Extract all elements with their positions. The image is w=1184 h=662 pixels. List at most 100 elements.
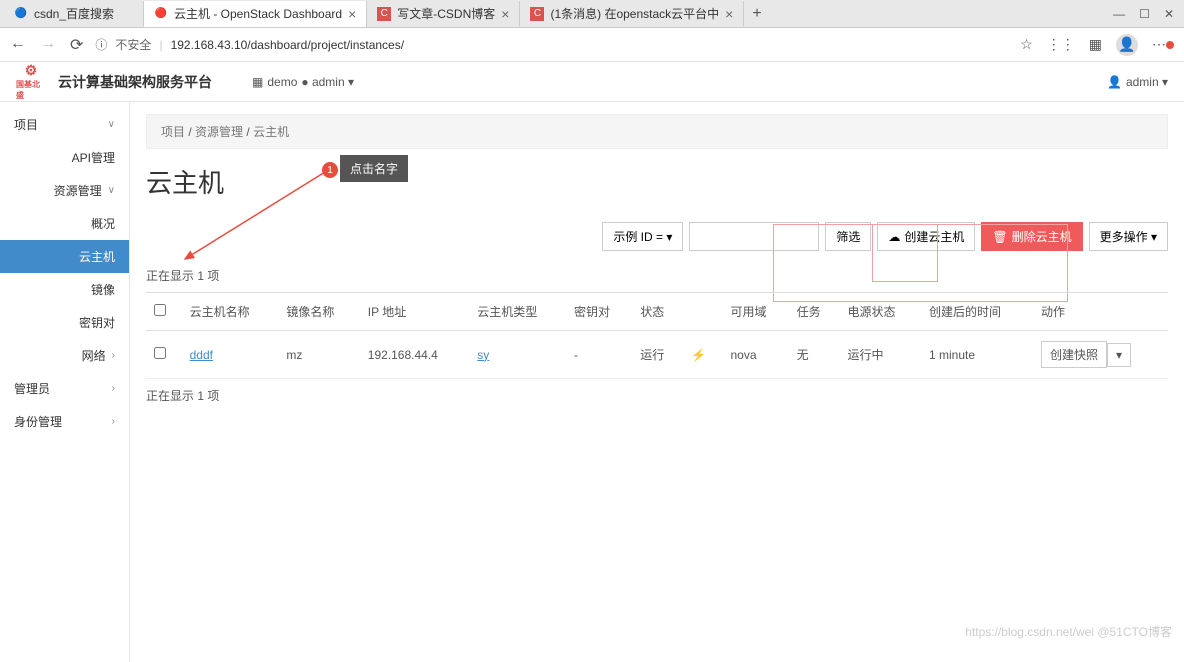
brand-title: 云计算基础架构服务平台 bbox=[58, 72, 212, 92]
trash-icon: 🗑 bbox=[992, 230, 1007, 244]
sidebar-item-images[interactable]: 镜像 bbox=[0, 273, 129, 306]
sidebar-item-overview[interactable]: 概况 bbox=[0, 207, 129, 240]
sidebar-item-identity[interactable]: 身份管理› bbox=[0, 405, 129, 438]
logo-badge: ⚙ 国基北盛 bbox=[16, 67, 46, 97]
instance-name-link[interactable]: dddf bbox=[190, 348, 213, 362]
browser-tab-1[interactable]: 🔴 云主机 - OpenStack Dashboard × bbox=[144, 1, 367, 27]
annotation-label: 点击名字 bbox=[340, 155, 408, 182]
table-caption-bottom: 正在显示 1 项 bbox=[146, 379, 1168, 412]
sidebar: 项目∨ API管理 资源管理∨ 概况 云主机 镜像 密钥对 网络› 管理员› 身… bbox=[0, 102, 130, 662]
th-created: 创建后的时间 bbox=[921, 293, 1033, 331]
chevron-down-icon: ∨ bbox=[108, 119, 115, 130]
tab-favicon-0: 🔵 bbox=[14, 7, 28, 21]
main-content: 项目 / 资源管理 / 云主机 云主机 1 点击名字 示例 ID = ▾ 筛选 … bbox=[130, 102, 1184, 662]
info-icon: ⓘ bbox=[95, 36, 107, 53]
table-header-row: 云主机名称 镜像名称 IP 地址 云主机类型 密钥对 状态 可用域 任务 电源状… bbox=[146, 293, 1168, 331]
tab-favicon-3: C bbox=[530, 7, 544, 21]
cloud-icon: ☁ bbox=[888, 230, 900, 244]
table-toolbar: 示例 ID = ▾ 筛选 ☁ 创建云主机 🗑 删除云主机 更多操作 ▾ bbox=[146, 214, 1168, 259]
browser-tab-2[interactable]: C 写文章-CSDN博客 × bbox=[367, 1, 520, 27]
refresh-button[interactable]: ⟳ bbox=[70, 35, 83, 55]
qrcode-icon[interactable]: ▦ bbox=[1089, 36, 1102, 53]
breadcrumb-0[interactable]: 项目 bbox=[161, 125, 185, 139]
cell-status: 运行 bbox=[632, 331, 683, 379]
project-selector[interactable]: ▦ demo ● admin ▾ bbox=[252, 75, 354, 89]
cell-keypair: - bbox=[566, 331, 632, 379]
close-window-button[interactable]: ✕ bbox=[1164, 7, 1174, 21]
maximize-button[interactable]: ☐ bbox=[1139, 7, 1150, 21]
tab-title-3: (1条消息) 在openstack云平台中 bbox=[550, 5, 719, 22]
app-header: ⚙ 国基北盛 云计算基础架构服务平台 ▦ demo ● admin ▾ 👤 ad… bbox=[0, 62, 1184, 102]
window-controls: — ☐ ✕ bbox=[1113, 7, 1184, 21]
search-input[interactable] bbox=[689, 222, 819, 251]
sidebar-item-api[interactable]: API管理 bbox=[0, 141, 129, 174]
delete-instance-button[interactable]: 🗑 删除云主机 bbox=[981, 222, 1082, 251]
annotation-badge: 1 bbox=[322, 162, 338, 178]
th-name: 云主机名称 bbox=[182, 293, 279, 331]
forward-button[interactable]: → bbox=[40, 35, 56, 55]
extension-icon[interactable]: ⋮⋮ bbox=[1047, 36, 1075, 53]
new-tab-button[interactable]: + bbox=[744, 5, 769, 23]
create-instance-button[interactable]: ☁ 创建云主机 bbox=[877, 222, 975, 251]
user-icon: 👤 bbox=[1107, 75, 1122, 89]
browser-tabs: 🔵 csdn_百度搜索 🔴 云主机 - OpenStack Dashboard … bbox=[0, 0, 1184, 28]
cell-ip: 192.168.44.4 bbox=[360, 331, 470, 379]
table-row: dddf mz 192.168.44.4 sy - 运行 ⚡ nova 无 运行… bbox=[146, 331, 1168, 379]
sidebar-item-resources[interactable]: 资源管理∨ bbox=[0, 174, 129, 207]
row-action-button[interactable]: 创建快照 bbox=[1041, 341, 1107, 368]
address-bar: ← → ⟳ ⓘ 不安全 | 192.168.43.10/dashboard/pr… bbox=[0, 28, 1184, 62]
browser-tab-0[interactable]: 🔵 csdn_百度搜索 bbox=[4, 1, 144, 27]
th-keypair: 密钥对 bbox=[566, 293, 632, 331]
table-caption-top: 正在显示 1 项 bbox=[146, 259, 1168, 292]
close-icon[interactable]: × bbox=[348, 6, 356, 22]
cell-task: 无 bbox=[789, 331, 840, 379]
watermark: https://blog.csdn.net/wei @51CTO博客 bbox=[965, 623, 1172, 640]
url-text: 192.168.43.10/dashboard/project/instance… bbox=[171, 38, 405, 52]
breadcrumb-1[interactable]: 资源管理 bbox=[195, 125, 243, 139]
sidebar-item-instances[interactable]: 云主机 bbox=[0, 240, 129, 273]
profile-avatar[interactable]: 👤 bbox=[1116, 34, 1138, 56]
logo: ⚙ 国基北盛 云计算基础架构服务平台 bbox=[16, 67, 212, 97]
filter-button[interactable]: 筛选 bbox=[825, 222, 871, 251]
select-all-checkbox[interactable] bbox=[154, 304, 166, 316]
status-icon: ⚡ bbox=[683, 331, 722, 379]
breadcrumb: 项目 / 资源管理 / 云主机 bbox=[146, 114, 1168, 149]
browser-tab-3[interactable]: C (1条消息) 在openstack云平台中 × bbox=[520, 1, 744, 27]
row-action-dropdown[interactable]: ▾ bbox=[1107, 343, 1131, 367]
row-checkbox[interactable] bbox=[154, 347, 166, 359]
project-icon: ▦ bbox=[252, 75, 263, 89]
filter-dropdown[interactable]: 示例 ID = ▾ bbox=[602, 222, 683, 251]
menu-icon[interactable]: ⋯ bbox=[1152, 36, 1174, 53]
chevron-right-icon: › bbox=[112, 350, 115, 361]
sidebar-item-keypairs[interactable]: 密钥对 bbox=[0, 306, 129, 339]
tab-title-0: csdn_百度搜索 bbox=[34, 5, 114, 22]
chevron-right-icon: › bbox=[112, 416, 115, 427]
user-menu[interactable]: 👤 admin ▾ bbox=[1107, 75, 1168, 89]
tab-title-2: 写文章-CSDN博客 bbox=[397, 5, 495, 22]
close-icon[interactable]: × bbox=[725, 6, 733, 22]
minimize-button[interactable]: — bbox=[1113, 7, 1125, 21]
sidebar-item-admin[interactable]: 管理员› bbox=[0, 372, 129, 405]
th-task: 任务 bbox=[789, 293, 840, 331]
security-label: 不安全 bbox=[115, 36, 151, 53]
back-button[interactable]: ← bbox=[10, 35, 26, 55]
sidebar-item-network[interactable]: 网络› bbox=[0, 339, 129, 372]
chevron-down-icon: ∨ bbox=[108, 185, 115, 196]
th-zone: 可用域 bbox=[722, 293, 788, 331]
tab-favicon-2: C bbox=[377, 7, 391, 21]
flavor-link[interactable]: sy bbox=[477, 348, 489, 362]
th-status: 状态 bbox=[632, 293, 683, 331]
th-flavor: 云主机类型 bbox=[469, 293, 566, 331]
th-ip: IP 地址 bbox=[360, 293, 470, 331]
bookmark-icon[interactable]: ☆ bbox=[1020, 36, 1033, 53]
cell-zone: nova bbox=[722, 331, 788, 379]
more-actions-button[interactable]: 更多操作 ▾ bbox=[1089, 222, 1168, 251]
cell-power: 运行中 bbox=[840, 331, 921, 379]
close-icon[interactable]: × bbox=[501, 6, 509, 22]
breadcrumb-2: 云主机 bbox=[253, 125, 289, 139]
sidebar-item-project[interactable]: 项目∨ bbox=[0, 108, 129, 141]
cell-created: 1 minute bbox=[921, 331, 1033, 379]
page-title: 云主机 bbox=[146, 157, 1168, 214]
url-box[interactable]: ⓘ 不安全 | 192.168.43.10/dashboard/project/… bbox=[95, 36, 1008, 53]
th-actions: 动作 bbox=[1033, 293, 1168, 331]
